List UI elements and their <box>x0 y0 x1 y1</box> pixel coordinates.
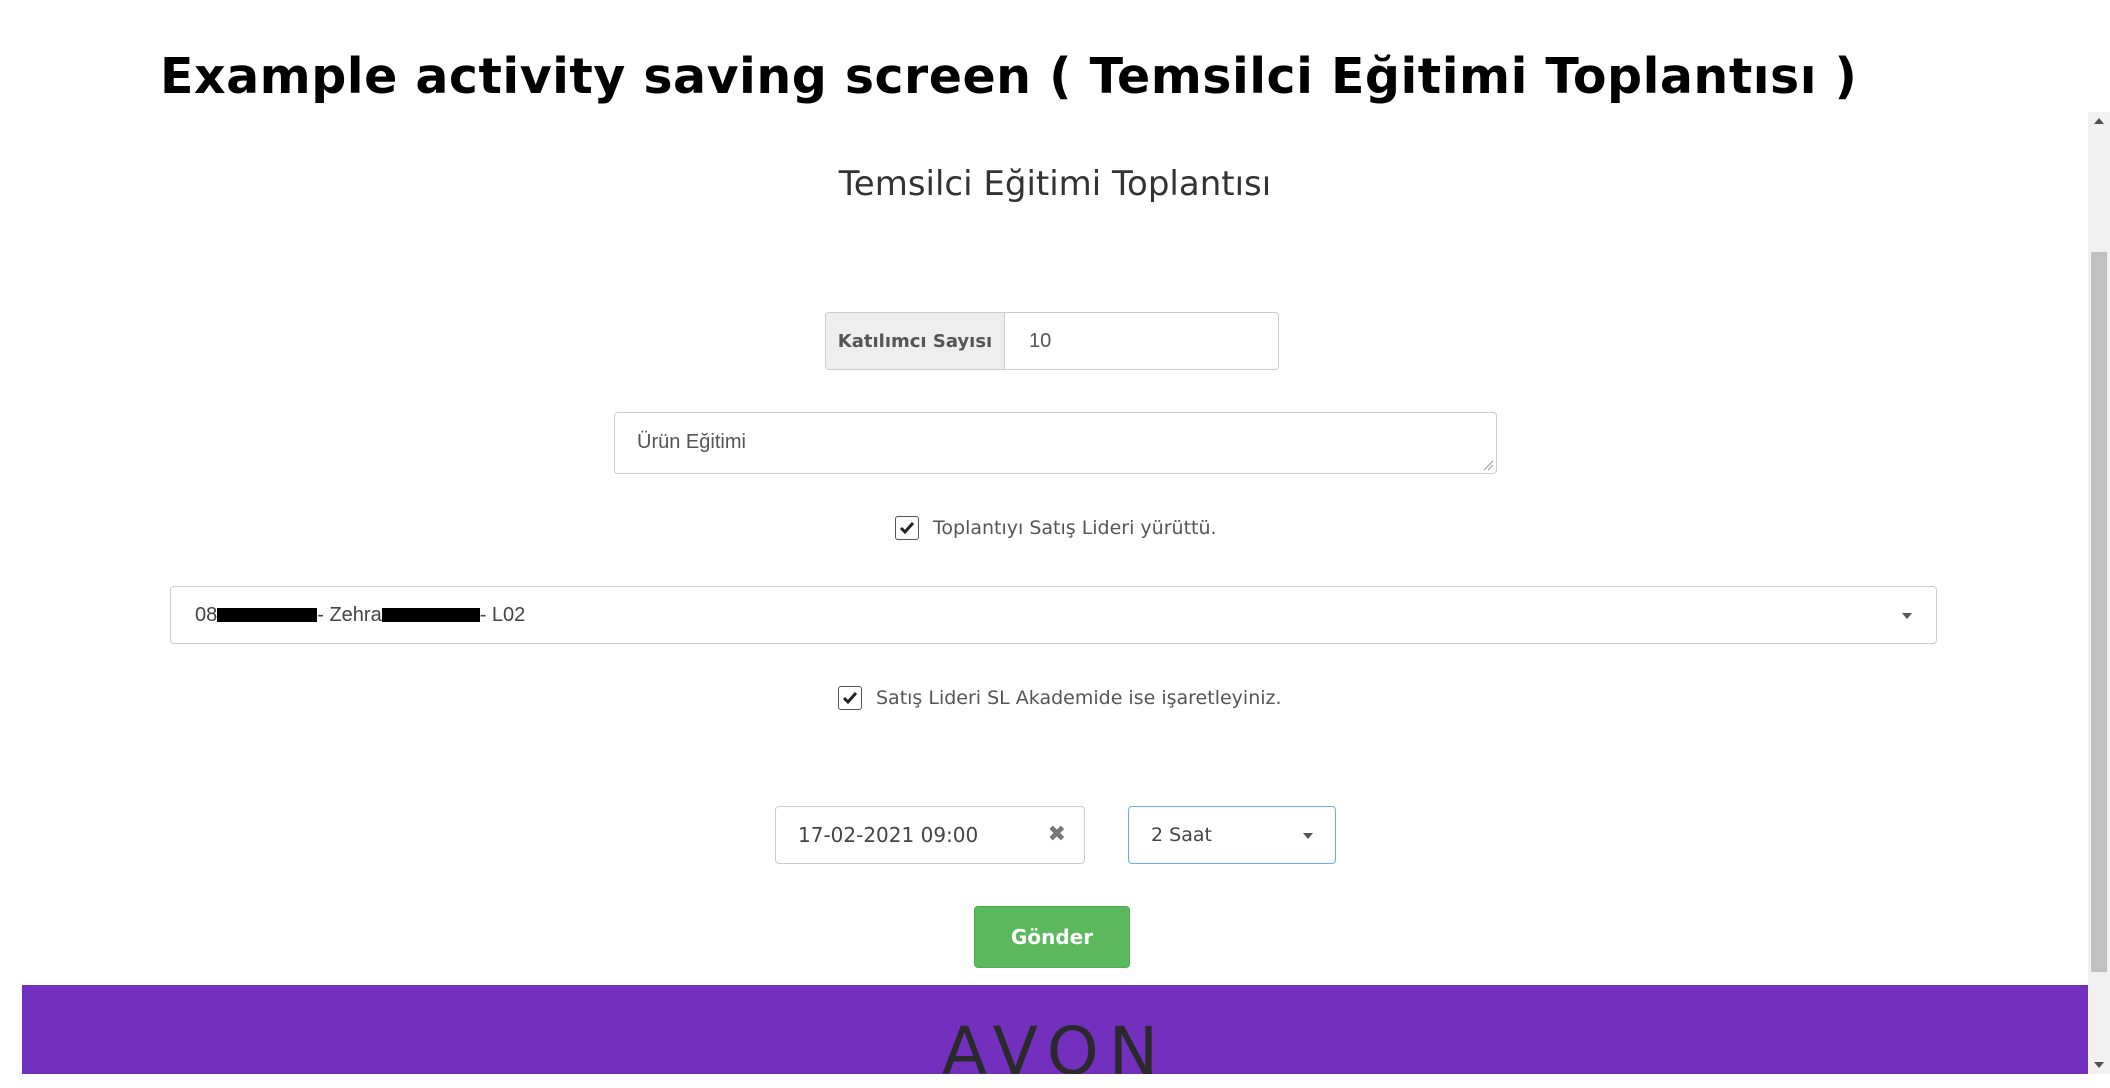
page-viewport: Temsilci Eğitimi Toplantısı Katılımcı Sa… <box>22 112 2088 1074</box>
check-icon <box>899 522 915 535</box>
led-by-leader-row: Toplantıyı Satış Lideri yürüttü. <box>895 516 1217 540</box>
led-by-leader-label: Toplantıyı Satış Lideri yürüttü. <box>933 517 1217 539</box>
chevron-down-icon <box>1902 613 1912 619</box>
datetime-value: 17-02-2021 09:00 <box>798 823 979 847</box>
sales-leader-prefix: 08 <box>195 603 218 626</box>
led-by-leader-checkbox[interactable] <box>895 516 919 540</box>
caption-heading: Example activity saving screen ( Temsilc… <box>160 48 1858 105</box>
participants-input-group: Katılımcı Sayısı 10 <box>825 312 1279 370</box>
vertical-scrollbar[interactable] <box>2088 112 2110 1074</box>
scroll-down-icon[interactable] <box>2094 1062 2104 1068</box>
redaction-bar <box>381 608 480 622</box>
check-icon <box>842 692 858 705</box>
topic-textarea[interactable]: Ürün Eğitimi <box>614 412 1497 474</box>
page-title: Temsilci Eğitimi Toplantısı <box>838 164 1272 204</box>
sl-academy-row: Satış Lideri SL Akademide ise işaretleyi… <box>838 686 1282 710</box>
sl-academy-checkbox[interactable] <box>838 686 862 710</box>
datetime-input[interactable]: 17-02-2021 09:00 ✖ <box>775 806 1085 864</box>
topic-text: Ürün Eğitimi <box>637 431 746 453</box>
participants-label: Katılımcı Sayısı <box>826 313 1005 369</box>
sl-academy-label: Satış Lideri SL Akademide ise işaretleyi… <box>876 687 1282 709</box>
submit-button[interactable]: Gönder <box>974 906 1130 968</box>
scroll-up-icon[interactable] <box>2094 118 2104 124</box>
resize-handle-icon[interactable] <box>1482 459 1494 471</box>
sales-leader-level: - L02 <box>479 603 526 626</box>
duration-select[interactable]: 2 Saat <box>1128 806 1336 864</box>
sales-leader-name: - Zehra <box>317 603 382 626</box>
redaction-bar <box>217 608 318 622</box>
participants-input[interactable]: 10 <box>1005 313 1278 369</box>
close-icon[interactable]: ✖ <box>1048 822 1066 847</box>
scroll-thumb[interactable] <box>2091 252 2107 972</box>
footer-band: AVON <box>22 985 2088 1074</box>
duration-value: 2 Saat <box>1151 824 1212 846</box>
brand-logo: AVON <box>941 1013 1169 1074</box>
sales-leader-select[interactable]: 08 - Zehra - L02 <box>170 586 1937 644</box>
chevron-down-icon <box>1303 833 1313 839</box>
